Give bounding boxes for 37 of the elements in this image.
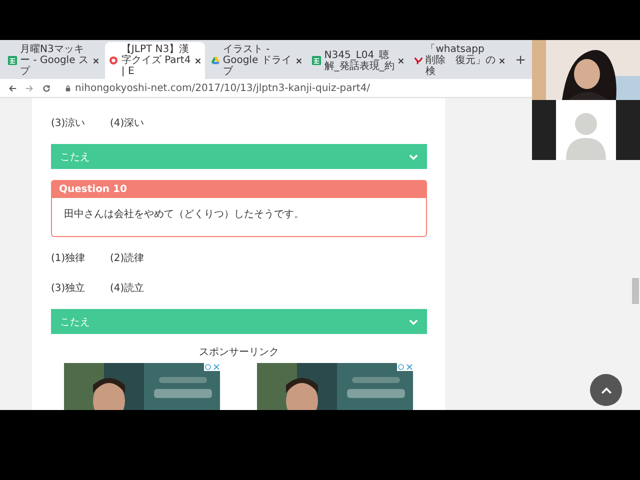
caret-icon: [600, 386, 612, 394]
new-tab-button[interactable]: +: [511, 42, 530, 79]
answer-option: (4)深い: [110, 116, 169, 130]
spreadsheet-icon: [8, 56, 17, 65]
question-text: 田中さんは会社をやめて（どくりつ）したそうです。: [64, 209, 304, 220]
ad-choices-icon[interactable]: [397, 363, 413, 371]
close-icon[interactable]: [398, 58, 404, 64]
ad-choices-icon[interactable]: [204, 363, 220, 371]
y-logo-icon: [414, 56, 423, 65]
browser-tab[interactable]: N345_L04_聴解_発話表現_約: [308, 42, 408, 79]
answer-label: こたえ: [60, 316, 90, 328]
browser-tab[interactable]: イラスト - Google ドライブ: [206, 42, 306, 79]
close-icon[interactable]: [499, 58, 506, 64]
avatar-icon: [556, 100, 616, 160]
reload-icon[interactable]: [42, 84, 51, 92]
answer-option: (1)独律: [51, 251, 110, 265]
triangle-icon: [210, 56, 220, 65]
answer-label: こたえ: [60, 150, 90, 164]
answer-option: (3)独立: [51, 281, 110, 295]
answer-option: (4)読立: [110, 281, 169, 295]
url-field[interactable]: nihongokyoshi-net.com/2017/10/13/jlptn3-kanji-quiz-part4/: [75, 82, 370, 94]
circle-icon: [109, 56, 118, 65]
scrollbar-thumb[interactable]: [632, 278, 639, 304]
question-title: Question 10: [52, 181, 426, 198]
close-icon[interactable]: [194, 58, 201, 64]
close-icon[interactable]: [296, 58, 302, 64]
lock-icon: [65, 84, 71, 92]
scroll-to-top-button[interactable]: [590, 374, 622, 406]
browser-tab[interactable]: 【JLPT N3】漢字クイズ Part4 | E: [105, 42, 205, 79]
answer-option: (2)読律: [110, 251, 169, 265]
back-arrow-icon[interactable]: [8, 84, 17, 92]
browser-tab[interactable]: 月曜N3マッキー - Google スプ: [4, 42, 104, 79]
browser-tab[interactable]: 「whatsapp 削除 復元」の検: [410, 42, 510, 79]
answer-option: (3)涼い: [51, 116, 110, 130]
spreadsheet-icon: [312, 56, 322, 65]
close-icon[interactable]: [93, 58, 100, 64]
sponsor-label: スポンサーリンク: [199, 347, 279, 358]
